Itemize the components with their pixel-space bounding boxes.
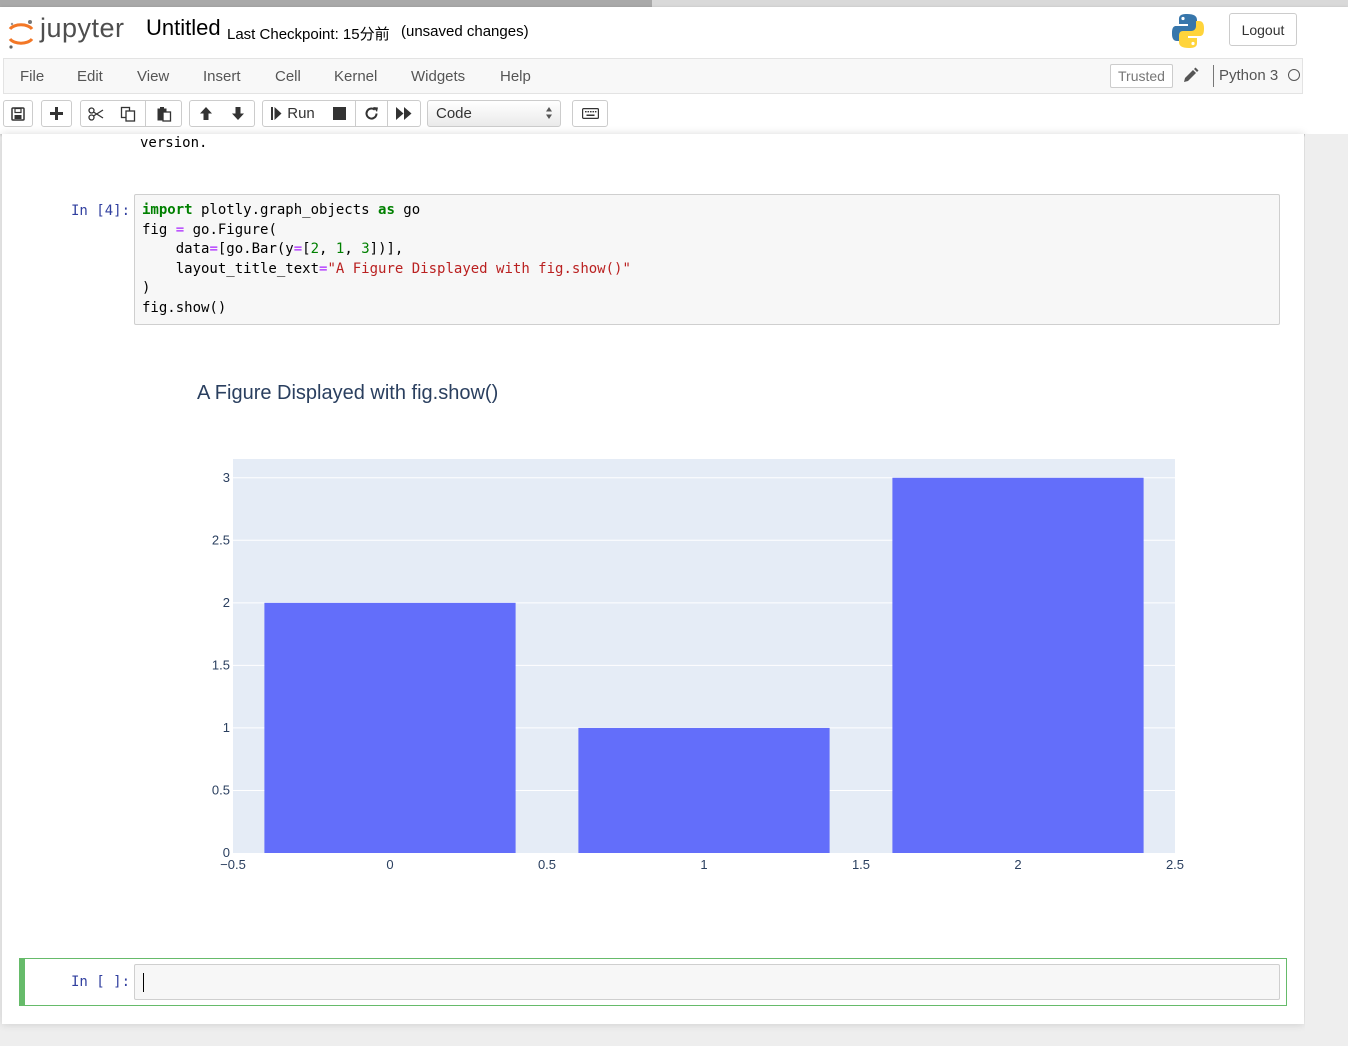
header-row: jupyter Untitled Last Checkpoint: 15分前 (… — [0, 7, 1348, 57]
run-icon — [271, 107, 282, 120]
kernel-idle-indicator-icon — [1288, 69, 1300, 81]
menu-widgets[interactable]: Widgets — [411, 68, 465, 85]
code-line: ) — [142, 280, 151, 296]
kernel-separator — [1213, 65, 1214, 87]
unsaved-indicator: (unsaved changes) — [401, 23, 529, 40]
y-tick-label: 2.5 — [212, 532, 230, 547]
code-cell-input[interactable]: import plotly.graph_objects as go fig = … — [134, 194, 1280, 325]
restart-run-all-button[interactable] — [388, 100, 421, 127]
fast-forward-icon — [396, 107, 412, 120]
arrow-up-icon — [199, 107, 212, 120]
interrupt-button[interactable] — [323, 100, 356, 127]
menu-cell[interactable]: Cell — [275, 68, 301, 85]
x-tick-label: 1.5 — [852, 857, 870, 872]
jupyter-logo-text[interactable]: jupyter — [40, 13, 125, 44]
y-tick-label: 2 — [223, 595, 230, 610]
input-prompt: In [4]: — [71, 203, 131, 219]
code-line: data=[go.Bar(y=[2, 1, 3])], — [142, 241, 404, 257]
restart-button[interactable] — [356, 100, 388, 127]
jupyter-logo-icon[interactable] — [7, 15, 35, 53]
notebook-header: jupyter Untitled Last Checkpoint: 15分前 (… — [0, 7, 1348, 134]
bar-chart[interactable]: 00.511.522.53−0.5 0 0.5 1 1.5 2 2.5 — [190, 440, 1200, 880]
x-tick-label: 0 — [386, 857, 393, 872]
kernel-name[interactable]: Python 3 — [1219, 67, 1278, 84]
menu-help[interactable]: Help — [500, 68, 531, 85]
logout-button[interactable]: Logout — [1229, 13, 1297, 46]
code-line: import plotly.graph_objects as go — [142, 202, 421, 218]
text-cursor — [143, 973, 144, 992]
stop-icon — [332, 107, 346, 120]
x-tick-label: 2.5 — [1166, 857, 1184, 872]
keyboard-icon — [581, 108, 599, 119]
save-icon — [11, 106, 25, 121]
save-button[interactable] — [3, 100, 33, 127]
code-line: layout_title_text="A Figure Displayed wi… — [142, 261, 631, 277]
insert-cell-button[interactable] — [41, 100, 72, 127]
y-tick-label: 1.5 — [212, 657, 230, 672]
python-logo-icon — [1172, 14, 1204, 48]
empty-cell-input[interactable] — [134, 964, 1280, 1000]
paste-icon — [157, 106, 171, 122]
chart-title: A Figure Displayed with fig.show() — [197, 382, 499, 404]
menu-file[interactable]: File — [20, 68, 44, 85]
move-up-button[interactable] — [189, 100, 222, 127]
page-scroll-area[interactable] — [1305, 134, 1348, 1046]
copy-icon — [120, 106, 136, 122]
copy-button[interactable] — [111, 100, 146, 127]
tab-strip-segment — [0, 0, 652, 7]
menu-kernel[interactable]: Kernel — [334, 68, 377, 85]
code-line: fig.show() — [142, 300, 227, 316]
browser-tab-strip — [0, 0, 1348, 7]
plus-icon — [50, 107, 63, 120]
bar[interactable] — [892, 477, 1144, 853]
menu-view[interactable]: View — [137, 68, 169, 85]
menu-edit[interactable]: Edit — [77, 68, 103, 85]
toolbar: Run Code — [0, 97, 1348, 131]
y-tick-label: 0.5 — [212, 782, 230, 797]
notebook-name[interactable]: Untitled — [146, 15, 221, 41]
menu-insert[interactable]: Insert — [203, 68, 241, 85]
y-tick-label: 3 — [223, 470, 230, 485]
cell-type-value: Code — [436, 105, 472, 122]
restart-icon — [365, 107, 378, 120]
cut-button[interactable] — [80, 100, 112, 127]
x-tick-label: 2 — [1014, 857, 1021, 872]
previous-output-text: version. — [140, 135, 208, 151]
command-palette-button[interactable] — [572, 100, 608, 127]
run-button[interactable]: Run — [262, 100, 324, 127]
last-checkpoint: Last Checkpoint: 15分前 — [227, 26, 390, 43]
empty-cell-prompt: In [ ]: — [71, 974, 131, 990]
move-down-button[interactable] — [221, 100, 255, 127]
cell-type-select[interactable]: Code — [427, 100, 561, 127]
menu-bar: File Edit View Insert Cell Kernel Widget… — [3, 58, 1303, 94]
x-tick-label: −0.5 — [220, 857, 246, 872]
cut-icon — [88, 106, 104, 121]
x-tick-label: 1 — [700, 857, 707, 872]
paste-button[interactable] — [146, 100, 182, 127]
x-tick-label: 0.5 — [538, 857, 556, 872]
y-tick-label: 1 — [223, 720, 230, 735]
bar[interactable] — [264, 602, 516, 853]
arrow-down-icon — [231, 107, 244, 120]
bar[interactable] — [578, 727, 830, 853]
code-line: fig = go.Figure( — [142, 222, 277, 238]
select-arrows-icon — [546, 107, 552, 119]
pencil-icon[interactable] — [1181, 66, 1199, 86]
trusted-badge[interactable]: Trusted — [1110, 64, 1173, 88]
run-label: Run — [287, 105, 315, 122]
